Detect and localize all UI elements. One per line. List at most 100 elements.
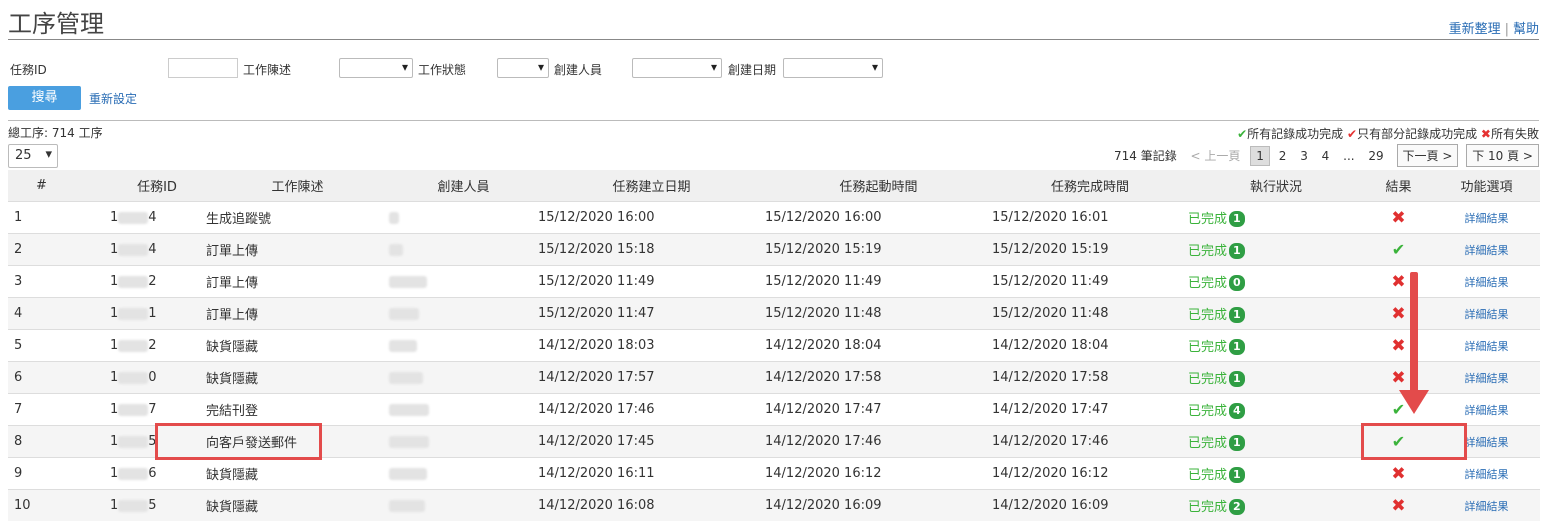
status-count-badge: 1 [1229, 307, 1245, 324]
status-text: 已完成 [1188, 371, 1228, 387]
cell-status: 已完成 1 [1188, 425, 1364, 458]
annotation-arrow-line [1410, 272, 1418, 394]
redacted-block [389, 211, 399, 224]
annotation-arrow-head [1399, 390, 1429, 414]
cell-end: 15/12/2020 11:48 [992, 297, 1188, 330]
status-count-badge: 1 [1229, 435, 1245, 452]
prev-page-button[interactable]: < 上一頁 [1191, 147, 1241, 164]
status-count-badge: 1 [1229, 467, 1245, 484]
record-count: 714 筆記錄 [1113, 149, 1177, 163]
cross-icon: ✖ [1391, 495, 1406, 516]
redacted-block [389, 371, 423, 384]
cell-end: 15/12/2020 16:01 [992, 201, 1188, 234]
detail-result-link[interactable]: 詳細結果 [1465, 404, 1509, 417]
next-10-pages-button[interactable]: 下 10 頁 > [1466, 144, 1539, 167]
cell-created: 14/12/2020 17:46 [538, 393, 765, 426]
chevron-down-icon: ▾ [537, 60, 544, 74]
cell-actions: 詳細結果 [1433, 489, 1540, 521]
refresh-link[interactable]: 重新整理 [1449, 22, 1501, 37]
task-id-input[interactable] [168, 58, 238, 78]
total-count: 總工序: 714 工序 [8, 126, 103, 140]
detail-result-link[interactable]: 詳細結果 [1465, 468, 1509, 481]
cell-result: ✖ [1364, 457, 1433, 490]
status-label: 工作狀態 [418, 63, 467, 77]
cell-result: ✖ [1364, 201, 1433, 234]
table-row: 9 1 6 缺貨隱藏 14/12/2020 16:11 14/12/2020 16:12 1… [8, 457, 1540, 490]
cell-status: 已完成 1 [1188, 297, 1364, 330]
detail-result-link[interactable]: 詳細結果 [1465, 308, 1509, 321]
legend-partial-success: 只有部分記錄成功完成 [1357, 127, 1478, 141]
desc-select[interactable]: ▾ [339, 58, 413, 78]
page-link-4[interactable]: 4 [1317, 147, 1335, 165]
cell-actions: 詳細結果 [1433, 233, 1540, 266]
redacted-block [118, 435, 149, 448]
detail-result-link[interactable]: 詳細結果 [1465, 276, 1509, 289]
annotation-highlight-desc [155, 423, 322, 460]
status-text: 已完成 [1188, 435, 1228, 451]
detail-result-link[interactable]: 詳細結果 [1465, 436, 1509, 449]
cell-end: 14/12/2020 17:47 [992, 393, 1188, 426]
chevron-down-icon: ▾ [401, 60, 408, 74]
table-row: 6 1 0 缺貨隱藏 14/12/2020 17:57 14/12/2020 17:58 1… [8, 361, 1540, 394]
status-text: 已完成 [1188, 275, 1228, 291]
cell-num: 4 [8, 297, 108, 330]
cell-end: 14/12/2020 17:58 [992, 361, 1188, 394]
table-row: 4 1 1 訂單上傳 15/12/2020 11:47 15/12/2020 11:48 1… [8, 297, 1540, 330]
status-text: 已完成 [1188, 403, 1228, 419]
detail-result-link[interactable]: 詳細結果 [1465, 372, 1509, 385]
chevron-down-icon: ▾ [871, 60, 878, 74]
cell-status: 已完成 2 [1188, 489, 1364, 521]
cross-icon: ✖ [1391, 367, 1406, 388]
help-link[interactable]: 幫助 [1513, 22, 1539, 37]
filter-bar: 任務ID 工作陳述 ▾ 工作狀態 ▾ 創建人員 ▾ 創建日期 ▾ [10, 58, 1530, 80]
cell-status: 已完成 1 [1188, 361, 1364, 394]
redacted-block [118, 339, 149, 352]
partial-check-icon: ✔ [1347, 127, 1358, 141]
cell-desc: 缺貨隱藏 [206, 457, 389, 490]
status-select[interactable]: ▾ [497, 58, 549, 78]
cell-task-id: 17 [108, 393, 206, 426]
cell-task-id: 11 [108, 297, 206, 330]
cell-creator [389, 297, 538, 330]
detail-result-link[interactable]: 詳細結果 [1465, 212, 1509, 225]
detail-result-link[interactable]: 詳細結果 [1465, 244, 1509, 257]
task-id-suffix: 4 [148, 242, 157, 257]
task-id-prefix: 1 [110, 434, 119, 449]
detail-result-link[interactable]: 詳細結果 [1465, 340, 1509, 353]
col-status: 執行狀況 [1188, 170, 1364, 202]
redacted-block [118, 499, 149, 512]
task-id-label: 任務ID [10, 63, 47, 77]
redacted-block [389, 275, 427, 288]
col-result: 結果 [1364, 170, 1433, 202]
task-id-suffix: 2 [148, 274, 157, 289]
page-size-select[interactable]: 25 ▾ [8, 144, 58, 168]
redacted-block [389, 307, 419, 320]
page-link-2[interactable]: 2 [1274, 147, 1292, 165]
cell-created: 14/12/2020 16:11 [538, 457, 765, 490]
detail-result-link[interactable]: 詳細結果 [1465, 500, 1509, 513]
cell-created: 15/12/2020 11:47 [538, 297, 765, 330]
cell-created: 14/12/2020 17:57 [538, 361, 765, 394]
legend-all-failed: 所有失敗 [1490, 127, 1539, 141]
cell-start: 14/12/2020 18:04 [765, 329, 992, 362]
reset-link[interactable]: 重新設定 [89, 90, 137, 107]
page-link-29[interactable]: 29 [1363, 147, 1388, 165]
next-page-button[interactable]: 下一頁 > [1396, 144, 1459, 167]
cell-start: 14/12/2020 16:09 [765, 489, 992, 521]
cell-actions: 詳細結果 [1433, 457, 1540, 490]
search-button[interactable]: 搜尋 [8, 86, 81, 110]
creator-select[interactable]: ▾ [632, 58, 722, 78]
date-select[interactable]: ▾ [783, 58, 883, 78]
cell-result: ✖ [1364, 361, 1433, 394]
cell-num: 2 [8, 233, 108, 266]
cell-start: 14/12/2020 17:58 [765, 361, 992, 394]
cell-desc: 缺貨隱藏 [206, 329, 389, 362]
table-row: 10 1 5 缺貨隱藏 14/12/2020 16:08 14/12/2020 16:09… [8, 489, 1540, 521]
cell-creator [389, 489, 538, 521]
table-row: 2 1 4 訂單上傳 15/12/2020 15:18 15/12/2020 15:19 1… [8, 233, 1540, 266]
page-link-3[interactable]: 3 [1295, 147, 1313, 165]
redacted-block [389, 435, 429, 448]
page-ellipsis: ... [1343, 148, 1355, 163]
cross-icon: ✖ [1391, 207, 1406, 228]
page-link-1[interactable]: 1 [1250, 145, 1270, 166]
